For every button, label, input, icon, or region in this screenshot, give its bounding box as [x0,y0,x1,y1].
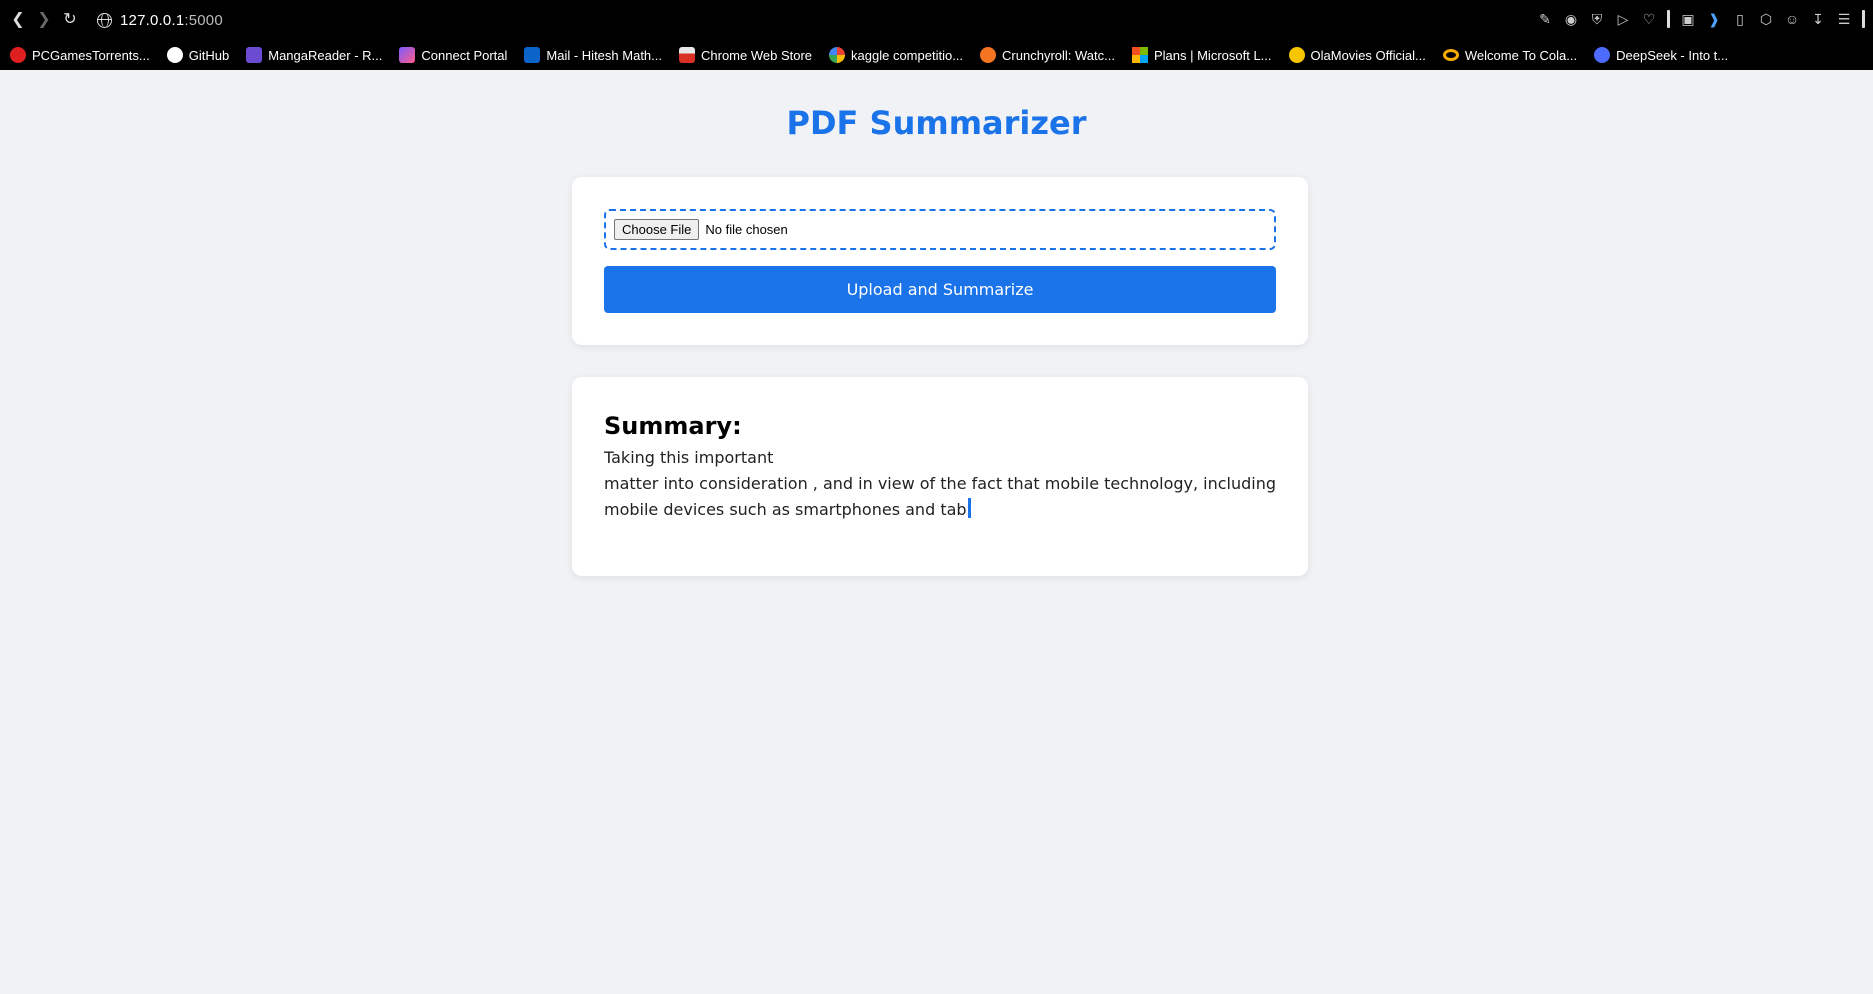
summary-line: Taking this important [604,448,774,467]
globe-icon [97,12,112,28]
bookmark-item[interactable]: OlaMovies Official... [1288,47,1426,63]
shield-icon[interactable]: ⛨ [1589,11,1605,27]
file-status: No file chosen [705,222,788,237]
forward-icon[interactable]: ❯ [34,10,54,30]
bookmark-label: DeepSeek - Into t... [1616,47,1729,63]
wifi-icon[interactable]: ❱ [1706,11,1722,27]
google-icon [829,47,846,63]
outlook-icon [524,47,541,63]
bookmark-label: PCGamesTorrents... [32,47,150,63]
browser-chrome: ❮ ❯ ↻ 127.0.0.1:5000 ✎ ◉ ⛨ ▷ ♡ ▣ ❱ ▯ ⬡ ☺… [0,0,1873,70]
url-port: :5000 [184,11,223,29]
bookmark-label: GitHub [188,47,230,63]
mouse-icon[interactable]: ▯ [1732,11,1748,27]
url-host: 127.0.0.1 [120,11,185,29]
download-icon[interactable]: ↧ [1810,11,1826,27]
choose-file-button[interactable]: Choose File [614,219,700,240]
bookmark-label: OlaMovies Official... [1310,47,1426,63]
github-icon [166,47,183,63]
bookmark-item[interactable]: GitHub [166,47,230,63]
address-bar[interactable]: 127.0.0.1:5000 [97,8,223,32]
profile-icon[interactable]: ☺ [1784,11,1800,27]
summary-line-text: mobile devices such as smartphones and t… [604,500,967,519]
chrome-web-store-icon [679,47,695,63]
typing-caret [967,498,971,518]
bookmark-item[interactable]: Connect Portal [399,47,507,63]
pcgames-icon [10,47,26,63]
bookmark-label: MangaReader - R... [268,47,383,63]
summary-card: Summary: Taking this important matter in… [572,377,1308,576]
reload-icon[interactable]: ↻ [60,10,80,30]
menu-icon[interactable]: ☰ [1836,11,1852,27]
url-text[interactable]: 127.0.0.1:5000 [120,12,223,29]
bookmarks-bar: PCGamesTorrents... GitHub MangaReader - … [0,40,1873,70]
heart-icon[interactable]: ♡ [1641,11,1657,27]
bookmark-label: Connect Portal [421,47,508,63]
cube-icon[interactable]: ⬡ [1758,11,1774,27]
bookmark-item[interactable]: Crunchyroll: Watc... [980,47,1115,63]
bookmark-label: Chrome Web Store [701,47,813,63]
bookmark-item[interactable]: DeepSeek - Into t... [1594,47,1728,63]
back-icon[interactable]: ❮ [8,10,28,30]
microsoft-icon [1131,47,1148,63]
bookmark-label: Welcome To Cola... [1464,47,1578,63]
bookmark-item[interactable]: PCGamesTorrents... [10,47,150,63]
upload-summarize-button[interactable]: Upload and Summarize [604,266,1276,313]
summary-line: matter into consideration , and in view … [604,474,1277,493]
olamovies-icon [1288,47,1305,63]
extension-toolbar: ✎ ◉ ⛨ ▷ ♡ ▣ ❱ ▯ ⬡ ☺ ↧ ☰ [1537,10,1865,28]
extension-icon[interactable]: ▣ [1680,11,1696,27]
page-title: PDF Summarizer [786,104,1087,142]
bookmark-label: Plans | Microsoft L... [1153,47,1272,63]
toolbar-divider [1862,10,1865,28]
connect-portal-icon [399,47,416,63]
bookmark-label: Mail - Hitesh Math... [546,47,662,63]
browser-toolbar: ❮ ❯ ↻ 127.0.0.1:5000 ✎ ◉ ⛨ ▷ ♡ ▣ ❱ ▯ ⬡ ☺… [0,0,1873,40]
bookmark-item[interactable]: kaggle competitio... [829,47,963,63]
summary-heading: Summary: [604,412,742,440]
summary-line-last: mobile devices such as smartphones and t… [604,497,1244,523]
bookmark-item[interactable]: Plans | Microsoft L... [1131,47,1272,63]
toolbar-divider [1667,10,1670,28]
crunchyroll-icon [980,47,997,63]
file-drop-zone[interactable]: Choose File No file chosen [604,209,1276,250]
play-icon[interactable]: ▷ [1615,11,1631,27]
bookmark-item[interactable]: Welcome To Cola... [1442,47,1578,63]
bookmark-item[interactable]: Mail - Hitesh Math... [524,47,662,63]
mangareader-icon [246,47,263,63]
bookmark-item[interactable]: Chrome Web Store [679,47,812,63]
colab-icon [1442,49,1459,61]
bookmark-label: kaggle competitio... [851,47,964,63]
bookmark-item[interactable]: MangaReader - R... [246,47,382,63]
upload-card: Choose File No file chosen Upload and Su… [572,177,1308,345]
edit-icon[interactable]: ✎ [1537,11,1553,27]
summary-text: Taking this important matter into consid… [604,445,1277,523]
deepseek-icon [1594,47,1611,63]
bookmark-label: Crunchyroll: Watc... [1002,47,1115,63]
camera-icon[interactable]: ◉ [1563,11,1579,27]
